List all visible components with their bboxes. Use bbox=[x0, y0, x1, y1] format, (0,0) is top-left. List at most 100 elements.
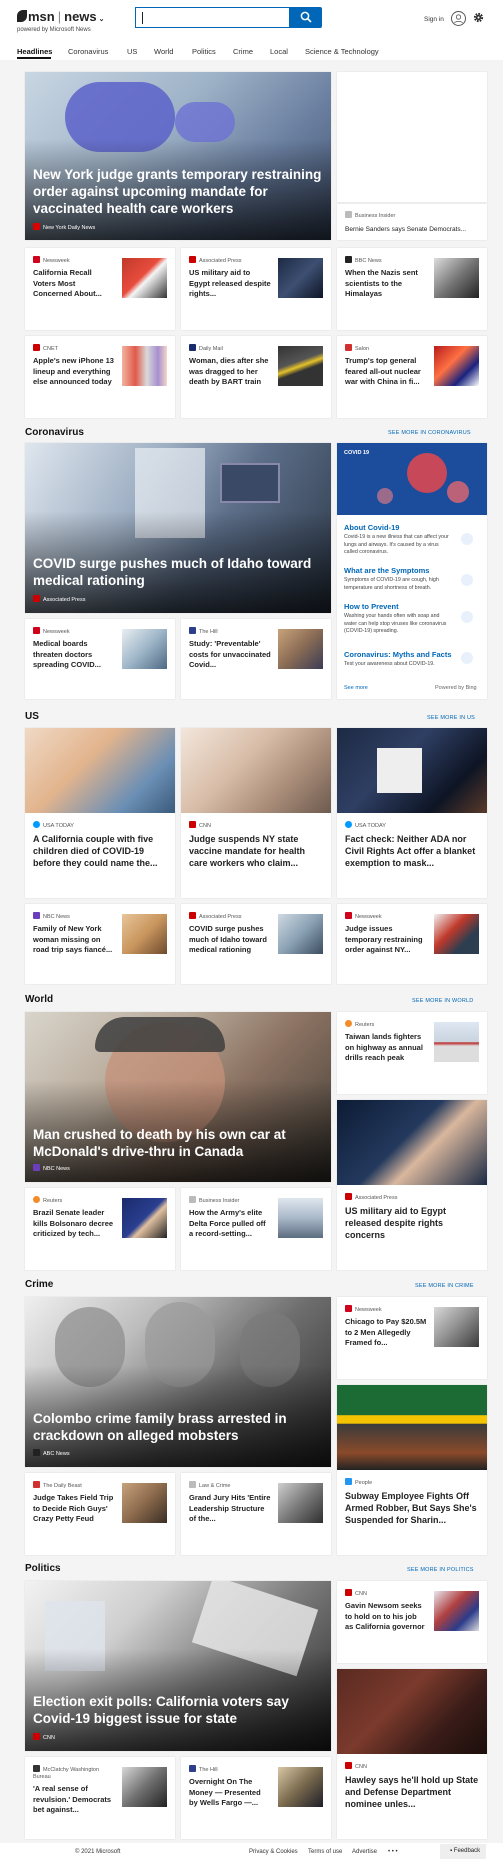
avatar-icon[interactable] bbox=[451, 11, 466, 26]
news-card-title[interactable]: When the Nazis sent scientists to the Hi… bbox=[345, 268, 427, 300]
coronavirus-hero-card[interactable]: COVID surge pushes much of Idaho toward … bbox=[25, 443, 331, 613]
news-card[interactable]: The Daily Beast Judge Takes Field Trip t… bbox=[25, 1473, 175, 1555]
gear-icon[interactable] bbox=[473, 12, 484, 23]
news-card-title[interactable]: A California couple with five children d… bbox=[33, 833, 168, 869]
news-card-title[interactable]: Judge issues temporary restraining order… bbox=[345, 924, 427, 956]
tab-headlines[interactable]: Headlines bbox=[17, 47, 52, 56]
source-logo-icon bbox=[345, 1305, 352, 1312]
news-card-title[interactable]: Subway Employee Fights Off Armed Robber,… bbox=[345, 1490, 480, 1526]
news-card[interactable]: BBC News When the Nazis sent scientists … bbox=[337, 248, 487, 330]
carousel-dots[interactable] bbox=[165, 234, 231, 240]
source-logo-icon bbox=[33, 1481, 40, 1488]
news-card[interactable]: CNET Apple's new iPhone 13 lineup and ev… bbox=[25, 336, 175, 418]
crime-hero-card[interactable]: Colombo crime family brass arrested in c… bbox=[25, 1297, 331, 1467]
news-thumbnail bbox=[278, 1483, 323, 1523]
news-card-title[interactable]: Brazil Senate leader kills Bolsonaro dec… bbox=[33, 1208, 115, 1240]
news-card-title[interactable]: COVID surge pushes much of Idaho toward … bbox=[189, 924, 271, 956]
see-more-us-link[interactable]: SEE MORE IN US bbox=[427, 715, 475, 721]
news-card-title[interactable]: How the Army's elite Delta Force pulled … bbox=[189, 1208, 271, 1240]
side-news-card[interactable]: Business Insider Bernie Sanders says Sen… bbox=[337, 204, 487, 240]
world-hero-card[interactable]: Man crushed to death by his own car at M… bbox=[25, 1012, 331, 1182]
news-card-title[interactable]: Apple's new iPhone 13 lineup and everyth… bbox=[33, 356, 115, 388]
news-card[interactable]: McClatchy Washington Bureau 'A real sens… bbox=[25, 1757, 175, 1839]
news-card[interactable]: Associated Press US military aid to Egyp… bbox=[337, 1100, 487, 1270]
hero-title[interactable]: COVID surge pushes much of Idaho toward … bbox=[33, 555, 323, 589]
tab-science-technology[interactable]: Science & Technology bbox=[305, 47, 379, 56]
news-card-title[interactable]: Trump's top general feared all-out nucle… bbox=[345, 356, 427, 388]
tab-coronavirus[interactable]: Coronavirus bbox=[68, 47, 108, 56]
hero-title[interactable]: New York judge grants temporary restrain… bbox=[33, 166, 323, 217]
news-card[interactable]: CNN Judge suspends NY state vaccine mand… bbox=[181, 728, 331, 898]
see-more-crime-link[interactable]: SEE MORE IN CRIME bbox=[415, 1283, 474, 1289]
news-card[interactable]: Newsweek California Recall Voters Most C… bbox=[25, 248, 175, 330]
news-card[interactable]: CNN Hawley says he'll hold up State and … bbox=[337, 1669, 487, 1839]
news-card[interactable]: Newsweek Chicago to Pay $20.5M to 2 Men … bbox=[337, 1297, 487, 1379]
news-card[interactable]: People Subway Employee Fights Off Armed … bbox=[337, 1385, 487, 1555]
covid-item-title[interactable]: What are the Symptoms bbox=[344, 566, 429, 575]
tab-local[interactable]: Local bbox=[270, 47, 288, 56]
news-card[interactable]: NBC News Family of New York woman missin… bbox=[25, 904, 175, 984]
tab-crime[interactable]: Crime bbox=[233, 47, 253, 56]
covid-item-title[interactable]: About Covid-19 bbox=[344, 523, 399, 532]
terms-link[interactable]: Terms of use bbox=[308, 1849, 342, 1855]
news-card[interactable]: USA TODAY A California couple with five … bbox=[25, 728, 175, 898]
news-card[interactable]: USA TODAY Fact check: Neither ADA nor Ci… bbox=[337, 728, 487, 898]
news-card[interactable]: Salon Trump's top general feared all-out… bbox=[337, 336, 487, 418]
covid-item-title[interactable]: Coronavirus: Myths and Facts bbox=[344, 650, 452, 659]
news-card-title[interactable]: Taiwan lands fighters on highway as annu… bbox=[345, 1032, 427, 1064]
news-card-title[interactable]: Grand Jury Hits 'Entire Leadership Struc… bbox=[189, 1493, 271, 1525]
news-card-title[interactable]: Judge suspends NY state vaccine mandate … bbox=[189, 833, 324, 869]
msn-logo[interactable]: msn | news ⌄ bbox=[17, 9, 105, 24]
news-card-title[interactable]: Gavin Newsom seeks to hold on to his job… bbox=[345, 1601, 427, 1633]
news-card-title[interactable]: Woman, dies after she was dragged to her… bbox=[189, 356, 271, 388]
see-more-politics-link[interactable]: SEE MORE IN POLITICS bbox=[407, 1567, 474, 1573]
news-card-title[interactable]: US military aid to Egypt released despit… bbox=[189, 268, 271, 300]
news-card[interactable]: Reuters Brazil Senate leader kills Bolso… bbox=[25, 1188, 175, 1270]
tab-us[interactable]: US bbox=[127, 47, 137, 56]
see-more-coronavirus-link[interactable]: SEE MORE IN CORONAVIRUS bbox=[388, 430, 471, 436]
news-card[interactable]: Law & Crime Grand Jury Hits 'Entire Lead… bbox=[181, 1473, 331, 1555]
news-card[interactable]: Associated Press US military aid to Egyp… bbox=[181, 248, 331, 330]
news-card[interactable]: CNN Gavin Newsom seeks to hold on to his… bbox=[337, 1581, 487, 1663]
search-button[interactable] bbox=[290, 7, 322, 28]
hero-title[interactable]: Colombo crime family brass arrested in c… bbox=[33, 1410, 323, 1444]
news-card[interactable]: Newsweek Medical boards threaten doctors… bbox=[25, 619, 175, 699]
news-card-title[interactable]: Overnight On The Money — Presented by We… bbox=[189, 1777, 271, 1809]
news-card[interactable]: Business Insider How the Army's elite De… bbox=[181, 1188, 331, 1270]
news-card-title[interactable]: California Recall Voters Most Concerned … bbox=[33, 268, 115, 300]
news-card-title[interactable]: Chicago to Pay $20.5M to 2 Men Allegedly… bbox=[345, 1317, 427, 1349]
news-card-title[interactable]: US military aid to Egypt released despit… bbox=[345, 1205, 480, 1241]
news-card[interactable]: Daily Mail Woman, dies after she was dra… bbox=[181, 336, 331, 418]
news-card[interactable]: Newsweek Judge issues temporary restrain… bbox=[337, 904, 487, 984]
tab-politics[interactable]: Politics bbox=[192, 47, 216, 56]
news-card[interactable]: Reuters Taiwan lands fighters on highway… bbox=[337, 1012, 487, 1094]
more-icon[interactable]: • • • bbox=[388, 1849, 398, 1855]
sign-in-link[interactable]: Sign in bbox=[424, 16, 444, 23]
politics-hero-card[interactable]: Election exit polls: California voters s… bbox=[25, 1581, 331, 1751]
privacy-link[interactable]: Privacy & Cookies bbox=[249, 1849, 298, 1855]
search-input[interactable] bbox=[135, 7, 290, 28]
news-card-title[interactable]: Hawley says he'll hold up State and Defe… bbox=[345, 1774, 480, 1810]
side-news-title[interactable]: Bernie Sanders says Senate Democrats... bbox=[345, 226, 485, 233]
news-card-title[interactable]: Family of New York woman missing on road… bbox=[33, 924, 115, 956]
headline-hero-card[interactable]: New York judge grants temporary restrain… bbox=[25, 72, 331, 240]
covid-item-desc: Symptoms of COVID-19 are cough, high tem… bbox=[344, 577, 439, 591]
advertise-link[interactable]: Advertise bbox=[352, 1849, 377, 1855]
news-card[interactable]: The Hill Study: 'Preventable' costs for … bbox=[181, 619, 331, 699]
hero-title[interactable]: Man crushed to death by his own car at M… bbox=[33, 1126, 323, 1160]
see-more-world-link[interactable]: SEE MORE IN WORLD bbox=[412, 998, 473, 1004]
news-card[interactable]: The Hill Overnight On The Money — Presen… bbox=[181, 1757, 331, 1839]
news-image bbox=[337, 1100, 487, 1185]
hero-title[interactable]: Election exit polls: California voters s… bbox=[33, 1693, 323, 1727]
news-card-title[interactable]: 'A real sense of revulsion.' Democrats b… bbox=[33, 1784, 115, 1816]
covid-see-more-link[interactable]: See more bbox=[344, 685, 368, 691]
covid-item-title[interactable]: How to Prevent bbox=[344, 602, 399, 611]
news-card-title[interactable]: Fact check: Neither ADA nor Civil Rights… bbox=[345, 833, 480, 869]
news-card-title[interactable]: Medical boards threaten doctors spreadin… bbox=[33, 639, 115, 671]
news-thumbnail bbox=[278, 1198, 323, 1238]
news-card[interactable]: Associated Press COVID surge pushes much… bbox=[181, 904, 331, 984]
news-card-title[interactable]: Study: 'Preventable' costs for unvaccina… bbox=[189, 639, 271, 671]
tab-world[interactable]: World bbox=[154, 47, 173, 56]
feedback-button[interactable]: ▪ Feedback bbox=[440, 1844, 486, 1859]
news-card-title[interactable]: Judge Takes Field Trip to Decide Rich Gu… bbox=[33, 1493, 115, 1525]
